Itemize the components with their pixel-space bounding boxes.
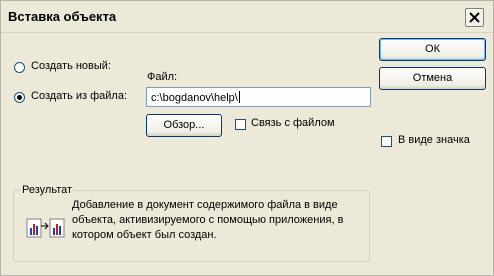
file-path-value: c:\bogdanov\help\ bbox=[151, 92, 238, 104]
ok-button[interactable]: ОК bbox=[379, 38, 486, 61]
result-title: Результат bbox=[20, 184, 75, 196]
close-icon bbox=[469, 12, 480, 23]
cancel-button[interactable]: Отмена bbox=[379, 67, 486, 90]
result-line-3: котором объект был создан. bbox=[72, 229, 217, 241]
text-caret bbox=[238, 91, 240, 103]
link-to-file-label[interactable]: Связь с файлом bbox=[251, 117, 335, 129]
result-description: Добавление в документ содержимого файла … bbox=[72, 198, 368, 243]
radio-selected-dot bbox=[17, 95, 22, 100]
insert-object-dialog: Вставка объекта ОК Отмена Создать новый:… bbox=[0, 0, 494, 276]
browse-button[interactable]: Обзор... bbox=[146, 114, 222, 137]
file-label: Файл: bbox=[147, 71, 178, 83]
create-from-file-radio[interactable] bbox=[14, 92, 25, 103]
embedded-document-icon bbox=[26, 218, 65, 238]
create-new-radio[interactable] bbox=[14, 62, 25, 73]
result-line-1: Добавление в документ содержимого файла … bbox=[72, 199, 338, 211]
create-from-file-label[interactable]: Создать из файла: bbox=[31, 90, 127, 102]
create-new-label[interactable]: Создать новый: bbox=[31, 60, 111, 72]
file-path-input[interactable]: c:\bogdanov\help\ bbox=[146, 87, 371, 107]
dialog-title: Вставка объекта bbox=[8, 9, 117, 24]
title-bar: Вставка объекта bbox=[1, 1, 493, 33]
link-to-file-checkbox[interactable] bbox=[235, 119, 246, 130]
display-as-icon-checkbox[interactable] bbox=[381, 136, 392, 147]
result-line-2: объекта, активизируемого с помощью прило… bbox=[72, 214, 344, 226]
display-as-icon-label[interactable]: В виде значка bbox=[398, 134, 470, 146]
close-button[interactable] bbox=[465, 8, 484, 27]
